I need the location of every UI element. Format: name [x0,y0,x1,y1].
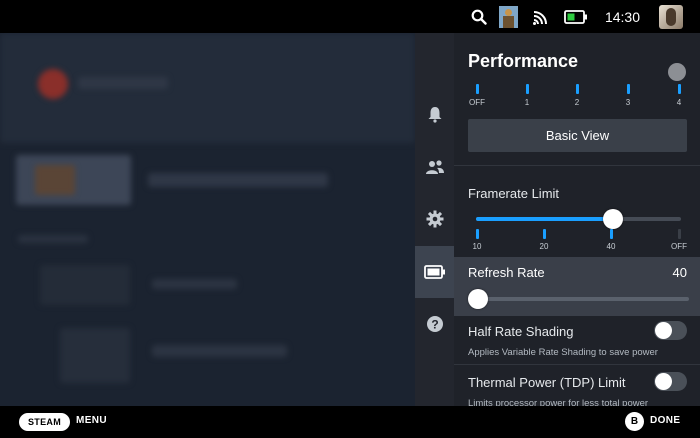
friends-icon[interactable] [415,141,454,193]
framerate-tick [678,229,681,239]
profile-tick [576,84,579,94]
toggle-knob [655,373,672,390]
framerate-tick [610,229,613,239]
menu-label: MENU [76,415,108,426]
gear-icon[interactable] [415,193,454,245]
tdp-limit-label: Thermal Power (TDP) Limit [468,375,626,390]
divider [454,364,700,365]
profile-tick-label: OFF [469,98,485,107]
steam-button[interactable]: STEAM [19,413,70,431]
wifi-icon[interactable] [530,0,550,33]
profile-tick-label: 4 [676,98,682,107]
refresh-rate-label: Refresh Rate [468,265,545,280]
framerate-limit-label: Framerate Limit [468,186,560,201]
half-rate-shading-label: Half Rate Shading [468,324,574,339]
profile-tick [476,84,479,94]
battery-icon[interactable] [415,246,454,298]
tdp-limit-description: Limits processor power for less total po… [468,398,649,406]
refresh-rate-slider-track[interactable] [468,297,689,301]
framerate-tick [476,229,479,239]
framerate-tick [543,229,546,239]
refresh-rate-slider-knob[interactable] [468,289,488,309]
profile-slider-knob[interactable] [668,63,686,81]
search-icon[interactable] [468,0,490,33]
user-avatar[interactable] [658,0,684,33]
profile-tick-label: 3 [625,98,631,107]
b-button[interactable]: B [625,412,644,431]
half-rate-shading-toggle[interactable] [654,321,687,340]
background-app [0,33,415,406]
profile-tick-label: 2 [574,98,580,107]
profile-tick-label: 1 [524,98,530,107]
framerate-slider-fill [476,217,613,221]
basic-view-button[interactable]: Basic View [468,119,687,152]
performance-panel: Performance OFF 1 2 3 4 Basic View Frame… [454,33,700,406]
quick-access-rail: ? [415,33,454,406]
divider [454,165,700,166]
tdp-limit-toggle[interactable] [654,372,687,391]
framerate-tick-label: 20 [539,242,549,251]
framerate-tick-label: OFF [671,242,687,251]
framerate-tick-label: 40 [606,242,616,251]
framerate-slider-knob[interactable] [602,209,623,229]
half-rate-shading-description: Applies Variable Rate Shading to save po… [468,347,658,358]
done-label: DONE [650,415,681,426]
profile-tick [678,84,681,94]
profile-tick [526,84,529,94]
panel-title: Performance [468,51,579,71]
profile-tick [627,84,630,94]
svg-text:?: ? [431,318,438,332]
status-bar: 14:30 [0,0,700,33]
bell-icon[interactable] [415,88,454,140]
help-icon[interactable]: ? [415,298,454,350]
battery-icon[interactable] [563,0,589,33]
clock: 14:30 [604,8,641,25]
bottom-bar: STEAM MENU B DONE [0,406,700,438]
toggle-knob [655,322,672,339]
notification-thumbnail[interactable] [498,0,518,33]
refresh-rate-value: 40 [672,265,687,280]
framerate-tick-label: 10 [472,242,482,251]
